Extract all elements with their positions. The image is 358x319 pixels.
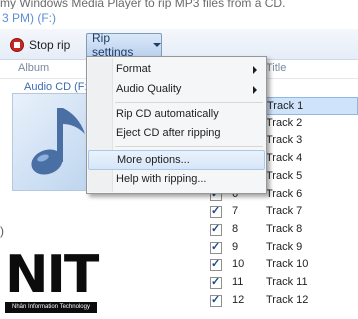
logo-letters: NIT — [5, 245, 99, 305]
track-title: Track 2 — [266, 116, 303, 129]
track-row[interactable]: 12 Track 12 — [200, 292, 358, 310]
track-row[interactable]: 10 Track 10 — [200, 256, 358, 274]
track-row[interactable]: 7 Track 7 — [200, 203, 358, 221]
track-row[interactable]: 11 Track 11 — [200, 274, 358, 292]
window-title: 3 PM) (F:) — [2, 11, 56, 25]
track-checkbox[interactable] — [210, 257, 222, 272]
stop-rip-button[interactable]: Stop rip — [10, 35, 70, 55]
track-row[interactable]: 8 Track 8 — [200, 221, 358, 239]
menu-item-more-options[interactable]: More options... — [88, 150, 265, 170]
track-title: Track 3 — [266, 134, 303, 147]
logo-subtitle: Nhân Information Technology — [12, 304, 90, 310]
chevron-right-icon — [253, 66, 257, 74]
menu-item-eject-cd-after-ripping[interactable]: Eject CD after ripping — [88, 124, 265, 144]
menu-item-format[interactable]: Format — [88, 60, 265, 80]
track-checkbox[interactable] — [210, 222, 222, 236]
rip-settings-button[interactable]: Rip settings — [86, 31, 162, 59]
track-checkbox[interactable] — [210, 293, 222, 307]
album-name: Audio CD (F:) — [24, 81, 92, 93]
menu-item-audio-quality[interactable]: Audio Quality — [88, 80, 265, 100]
chevron-right-icon — [253, 86, 257, 94]
menu-item-label: More options... — [117, 154, 190, 166]
track-title: Track 5 — [266, 169, 303, 182]
album-info-fragment: ) — [0, 224, 4, 238]
menu-item-label: Format — [116, 63, 151, 75]
rip-settings-label: Rip settings — [92, 31, 134, 59]
track-title: Track 9 — [266, 240, 303, 253]
chevron-down-icon — [153, 43, 161, 47]
menu-item-label: Audio Quality — [116, 83, 182, 95]
track-title: Track 6 — [266, 187, 303, 200]
stop-rip-label: Stop rip — [29, 38, 71, 52]
track-number: 7 — [232, 205, 239, 218]
menu-item-label: Help with ripping... — [116, 173, 207, 185]
track-title: Track 8 — [266, 222, 303, 235]
track-title: Track 4 — [266, 152, 303, 165]
track-checkbox[interactable] — [210, 240, 222, 254]
menu-item-help-with-ripping[interactable]: Help with ripping... — [88, 170, 265, 190]
menu-item-label: Rip CD automatically — [116, 108, 219, 120]
rip-settings-menu: Format Audio Quality Rip CD automaticall… — [86, 56, 267, 194]
track-checkbox[interactable] — [210, 275, 222, 289]
track-title: Track 1 — [267, 100, 304, 112]
menu-item-rip-cd-automatically[interactable]: Rip CD automatically — [88, 105, 265, 125]
track-title: Track 7 — [266, 205, 303, 218]
track-row[interactable]: 9 Track 9 — [200, 239, 358, 257]
track-number: 9 — [232, 240, 239, 253]
column-header-title[interactable]: Title — [266, 62, 286, 74]
track-number: 11 — [232, 276, 244, 288]
track-number: 12 — [232, 293, 245, 306]
track-number: 10 — [232, 258, 245, 271]
menu-separator — [115, 146, 263, 147]
track-checkbox[interactable] — [210, 204, 222, 219]
music-note-icon — [31, 108, 85, 175]
column-header-album[interactable]: Album — [18, 62, 49, 74]
track-number: 8 — [232, 222, 239, 235]
track-title: Track 11 — [266, 276, 308, 288]
track-title: Track 12 — [266, 293, 309, 306]
menu-separator — [115, 102, 263, 103]
menu-item-label: Eject CD after ripping — [116, 127, 221, 139]
track-title: Track 10 — [266, 258, 309, 271]
stop-icon — [10, 38, 24, 52]
